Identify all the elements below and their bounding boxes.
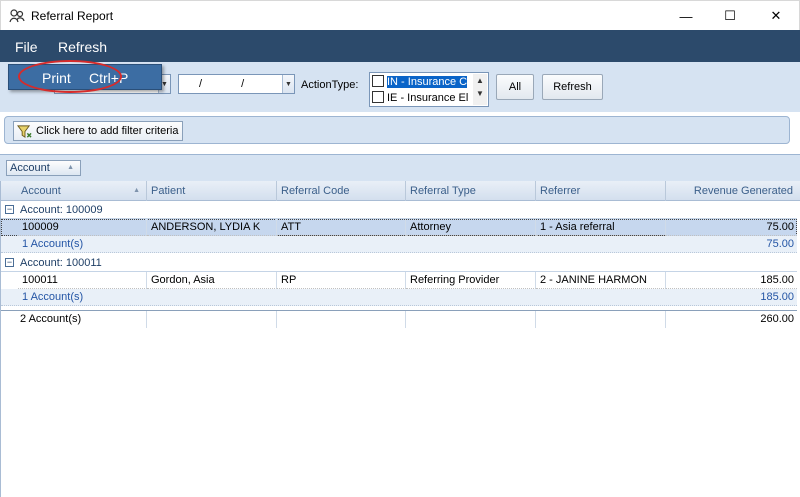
maximize-icon: ☐ bbox=[724, 8, 736, 23]
add-filter-button[interactable]: Click here to add filter criteria bbox=[13, 121, 184, 141]
cell-referral-code: RP bbox=[277, 272, 406, 289]
refresh-button[interactable]: Refresh bbox=[542, 74, 603, 100]
menu-refresh[interactable]: Refresh bbox=[58, 39, 107, 55]
checkbox[interactable] bbox=[372, 91, 384, 103]
column-header-patient[interactable]: Patient bbox=[147, 181, 277, 201]
table-row[interactable]: 100011 Gordon, Asia RP Referring Provide… bbox=[1, 272, 797, 289]
column-header-revenue[interactable]: Revenue Generated bbox=[666, 181, 797, 201]
cell-referral-code: ATT bbox=[277, 219, 406, 236]
cell-patient: ANDERSON, LYDIA K bbox=[147, 219, 277, 236]
action-type-label: ActionType: bbox=[301, 79, 359, 91]
total-blank-cell bbox=[277, 311, 406, 328]
cell-referral-type: Attorney bbox=[406, 219, 536, 236]
minimize-button[interactable]: — bbox=[663, 1, 709, 31]
cell-patient: Gordon, Asia bbox=[147, 272, 277, 289]
list-scrollbar[interactable]: ▲ ▼ bbox=[473, 74, 487, 105]
app-icon bbox=[9, 9, 25, 23]
filter-bar: Click here to add filter criteria bbox=[4, 116, 790, 144]
cell-account: 100009 bbox=[18, 219, 147, 236]
group-summary-row: 1 Account(s) 185.00 bbox=[1, 289, 797, 306]
menu-file[interactable]: File bbox=[15, 39, 38, 55]
window-title: Referral Report bbox=[31, 9, 114, 23]
sort-arrow-icon: ▲ bbox=[133, 187, 140, 194]
total-blank-cell bbox=[147, 311, 277, 328]
sort-arrow-icon: ▲ bbox=[67, 164, 74, 171]
total-count: 2 Account(s) bbox=[1, 311, 147, 328]
menu-bar: File Refresh bbox=[0, 30, 800, 62]
group-count: 1 Account(s) bbox=[22, 238, 84, 250]
group-row[interactable]: − Account: 100011 bbox=[1, 255, 797, 272]
total-blank-cell bbox=[406, 311, 536, 328]
report-grid: Account ▲ Patient Referral Code Referral… bbox=[0, 181, 800, 497]
collapse-icon[interactable]: − bbox=[5, 205, 14, 214]
action-option[interactable]: IN - Insurance C bbox=[372, 75, 472, 90]
cell-revenue: 185.00 bbox=[666, 272, 797, 289]
minimize-icon: — bbox=[679, 8, 693, 24]
close-button[interactable]: ✕ bbox=[753, 1, 799, 31]
column-header-referral-code[interactable]: Referral Code bbox=[277, 181, 406, 201]
title-bar: Referral Report — ☐ ✕ bbox=[0, 0, 800, 30]
column-header-account[interactable]: Account ▲ bbox=[1, 181, 147, 201]
action-option[interactable]: IE - Insurance El bbox=[372, 91, 472, 106]
all-button[interactable]: All bbox=[496, 74, 534, 100]
end-date-value: / / bbox=[199, 78, 263, 90]
cell-revenue: 75.00 bbox=[666, 219, 797, 236]
chevron-down-icon[interactable]: ▼ bbox=[282, 75, 294, 93]
add-filter-label: Click here to add filter criteria bbox=[36, 125, 179, 137]
table-row[interactable]: 100009 ANDERSON, LYDIA K ATT Attorney 1 … bbox=[1, 219, 797, 236]
group-by-account-chip[interactable]: Account ▲ bbox=[6, 160, 81, 176]
cell-account: 100011 bbox=[18, 272, 147, 289]
grid-header: Account ▲ Patient Referral Code Referral… bbox=[1, 181, 800, 201]
filter-icon bbox=[17, 125, 32, 139]
group-revenue-total: 75.00 bbox=[766, 238, 794, 250]
group-row[interactable]: − Account: 100009 bbox=[1, 202, 797, 219]
checkbox[interactable] bbox=[372, 75, 384, 87]
end-date-picker[interactable]: / / ▼ bbox=[178, 74, 295, 94]
column-header-referrer[interactable]: Referrer bbox=[536, 181, 666, 201]
action-type-list[interactable]: IN - Insurance C IE - Insurance El ▲ ▼ bbox=[369, 72, 489, 107]
column-header-referral-type[interactable]: Referral Type bbox=[406, 181, 536, 201]
close-icon: ✕ bbox=[770, 8, 782, 23]
total-blank-cell bbox=[536, 311, 666, 328]
cell-referrer: 2 - JANINE HARMON bbox=[536, 272, 666, 289]
cell-referral-type: Referring Provider bbox=[406, 272, 536, 289]
collapse-icon[interactable]: − bbox=[5, 258, 14, 267]
cell-referrer: 1 - Asia referral bbox=[536, 219, 666, 236]
maximize-button[interactable]: ☐ bbox=[707, 1, 753, 31]
group-by-panel: Account ▲ bbox=[0, 154, 800, 181]
group-revenue-total: 185.00 bbox=[760, 291, 794, 303]
total-revenue: 260.00 bbox=[760, 313, 794, 325]
group-label: Account: 100011 bbox=[20, 257, 102, 269]
group-chip-label: Account bbox=[10, 162, 50, 174]
group-count: 1 Account(s) bbox=[22, 291, 84, 303]
group-label: Account: 100009 bbox=[20, 204, 103, 216]
grand-total-row: 2 Account(s) 260.00 bbox=[1, 310, 797, 328]
group-summary-row: 1 Account(s) 75.00 bbox=[1, 236, 797, 253]
annotation-circle bbox=[18, 60, 122, 93]
